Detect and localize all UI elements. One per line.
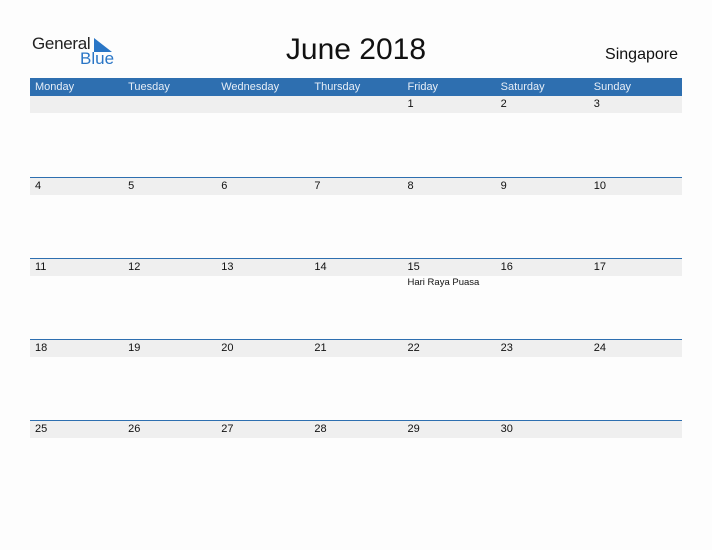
- holiday-label: [216, 276, 309, 290]
- day-cell: 12: [128, 261, 141, 273]
- day-cell: 21: [314, 342, 327, 354]
- holiday-label: [123, 276, 216, 290]
- country-label: Singapore: [605, 46, 678, 63]
- day-cell: 13: [221, 261, 234, 273]
- day-cell: 11: [35, 261, 47, 273]
- day-cell: 30: [500, 423, 513, 435]
- day-number-strip: 4 5 6 7 8 9 10: [30, 177, 682, 195]
- day-cell: 2: [500, 98, 507, 110]
- day-number-strip: 11 12 13 14 15 16 17: [30, 258, 682, 276]
- day-cell: [123, 96, 216, 113]
- day-number-strip: 25 26 27 28 29 30: [30, 420, 682, 438]
- week-row: 25 26 27 28 29 30: [30, 420, 682, 501]
- weekday-sunday: Sunday: [593, 81, 632, 93]
- day-cell: 15: [407, 261, 420, 273]
- day-cell: 10: [593, 180, 606, 192]
- holiday-label: [309, 276, 402, 290]
- weekday-monday: Monday: [35, 81, 75, 93]
- day-cell: [589, 421, 682, 438]
- week-row: 18 19 20 21 22 23 24: [30, 339, 682, 420]
- day-cell: 9: [500, 180, 507, 192]
- day-cell: 28: [314, 423, 327, 435]
- day-cell: 14: [314, 261, 327, 273]
- day-cell: [309, 96, 402, 113]
- week-row: 1 2 3: [30, 96, 682, 177]
- holiday-label: Hari Raya Puasa: [407, 277, 480, 288]
- day-cell: 29: [407, 423, 420, 435]
- weekday-friday: Friday: [407, 81, 439, 93]
- holiday-label: [30, 276, 123, 290]
- calendar-grid: Monday Tuesday Wednesday Thursday Friday Satu…: [30, 78, 682, 501]
- weekday-saturday: Saturday: [500, 81, 545, 93]
- day-cell: [216, 96, 309, 113]
- day-cell: 25: [35, 423, 48, 435]
- day-cell: 26: [128, 423, 141, 435]
- day-cell: 19: [128, 342, 141, 354]
- week-row: 11 12 13 14 15 16 17 Hari Raya Puasa: [30, 258, 682, 339]
- day-cell: 22: [407, 342, 420, 354]
- event-row: Hari Raya Puasa: [30, 276, 682, 290]
- weekday-wednesday: Wednesday: [221, 81, 280, 93]
- day-cell: 7: [314, 180, 321, 192]
- day-cell: 6: [221, 180, 228, 192]
- weekday-header: Monday Tuesday Wednesday Thursday Friday Satu…: [30, 78, 682, 96]
- weekday-tuesday: Tuesday: [128, 81, 170, 93]
- day-cell: 16: [500, 261, 513, 273]
- week-row: 4 5 6 7 8 9 10: [30, 177, 682, 258]
- holiday-label: [496, 276, 589, 290]
- day-cell: 17: [593, 261, 606, 273]
- day-cell: 27: [221, 423, 234, 435]
- day-cell: 23: [500, 342, 513, 354]
- weekday-thursday: Thursday: [314, 81, 361, 93]
- day-cell: 1: [407, 98, 414, 110]
- holiday-label: [589, 276, 682, 290]
- day-cell: 5: [128, 180, 135, 192]
- day-cell: 8: [407, 180, 414, 192]
- day-cell: 20: [221, 342, 234, 354]
- day-number-strip: 1 2 3: [30, 96, 682, 113]
- day-cell: 3: [593, 98, 600, 110]
- day-cell: 18: [35, 342, 48, 354]
- day-cell: 4: [35, 180, 42, 192]
- day-cell: [30, 96, 123, 113]
- day-cell: 24: [593, 342, 606, 354]
- day-number-strip: 18 19 20 21 22 23 24: [30, 339, 682, 357]
